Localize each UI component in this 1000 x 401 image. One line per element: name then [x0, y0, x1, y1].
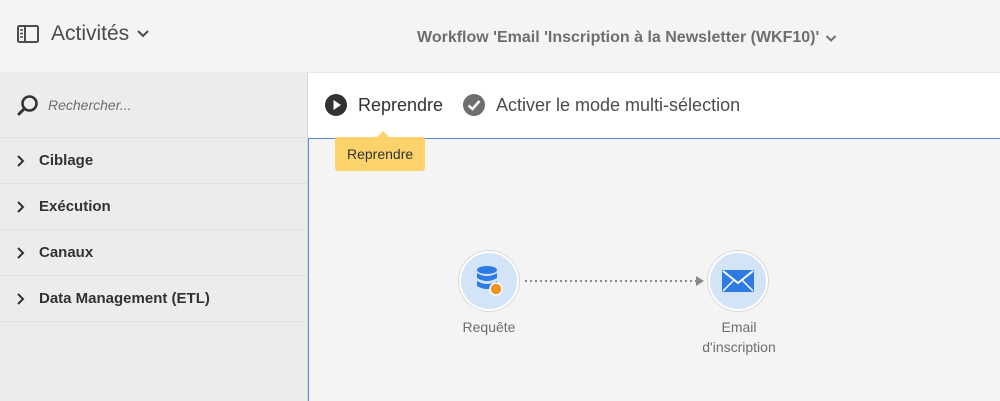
chevron-down-icon [137, 30, 149, 38]
envelope-icon [722, 270, 754, 292]
database-query-icon [477, 266, 503, 296]
top-bar: Activités Workflow 'Email 'Inscription à… [0, 0, 1000, 73]
chevron-right-icon [17, 246, 25, 259]
workflow-node-email[interactable] [708, 251, 768, 311]
chevron-right-icon [17, 292, 25, 305]
workflow-node-query[interactable] [459, 251, 519, 311]
workflow-canvas[interactable]: Requête Email d'inscription [308, 139, 1000, 401]
play-icon [325, 94, 347, 116]
chevron-right-icon [17, 200, 25, 213]
activities-panel-toggle[interactable]: Activités [17, 22, 150, 46]
category-label: Data Management (ETL) [39, 290, 210, 307]
node-label-line: Email [721, 319, 757, 335]
category-execution[interactable]: Exécution [0, 184, 307, 230]
workflow-title-menu[interactable]: Workflow 'Email 'Inscription à la Newsle… [417, 29, 837, 47]
workflow-title: Workflow 'Email 'Inscription à la Newsle… [417, 29, 820, 46]
workflow-toolbar: Reprendre Activer le mode multi-sélectio… [308, 73, 1000, 139]
node-label-line: d'inscription [702, 339, 776, 355]
multi-select-button[interactable]: Activer le mode multi-sélection [462, 93, 740, 117]
category-data-management[interactable]: Data Management (ETL) [0, 276, 307, 322]
node-label: Requête [462, 319, 516, 335]
resume-button[interactable]: Reprendre [324, 93, 443, 117]
category-label: Exécution [39, 198, 111, 215]
category-label: Ciblage [39, 152, 94, 169]
resume-label: Reprendre [358, 94, 444, 115]
chevron-right-icon [17, 154, 25, 167]
workflow-connector [525, 276, 704, 286]
checkmark-circle-icon [463, 94, 485, 116]
multi-select-label: Activer le mode multi-sélection [496, 94, 741, 115]
category-canaux[interactable]: Canaux [0, 230, 307, 276]
resume-tooltip: Reprendre [335, 131, 426, 171]
search-bar [0, 73, 307, 138]
panel-title: Activités [51, 22, 130, 45]
search-input[interactable] [48, 97, 268, 113]
category-label: Canaux [39, 244, 94, 261]
node-label: Email d'inscription [679, 317, 799, 357]
search-icon [17, 95, 38, 116]
activities-sidebar: Ciblage Exécution Canaux Data Management… [0, 73, 308, 401]
panel-icon [17, 25, 39, 43]
chevron-down-icon [826, 34, 837, 42]
category-ciblage[interactable]: Ciblage [0, 138, 307, 184]
